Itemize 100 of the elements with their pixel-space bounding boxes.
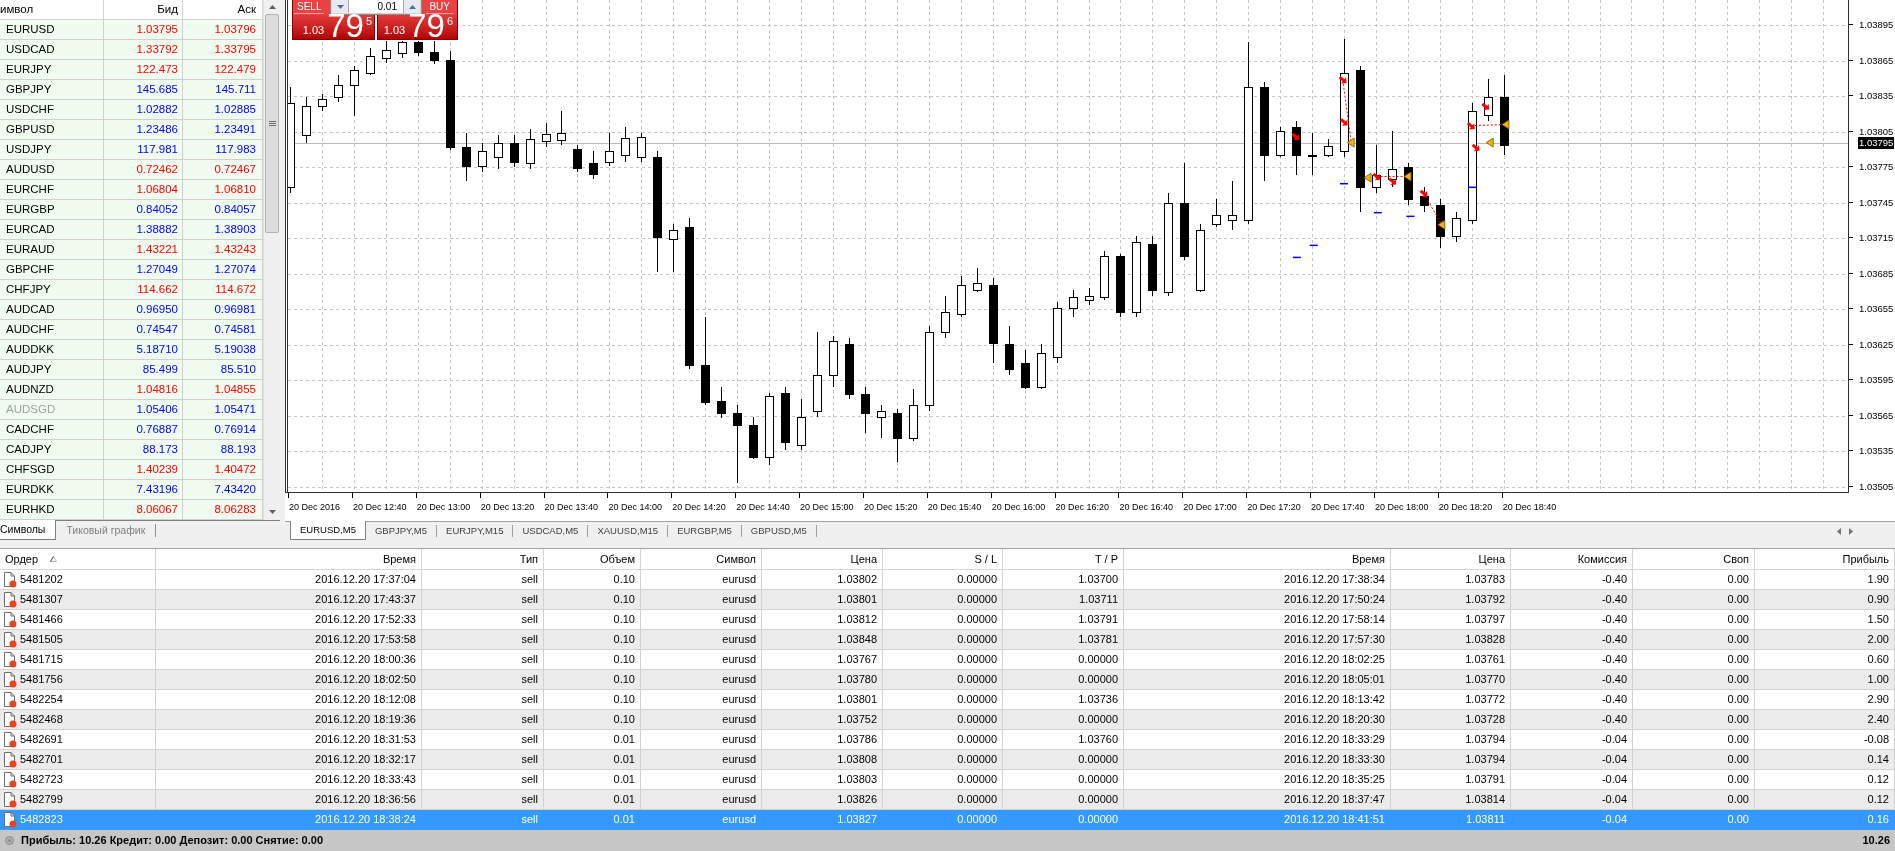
price-label: 1.03595 <box>1859 374 1894 386</box>
chart-tab[interactable]: EURGBP,M5 <box>668 525 742 537</box>
candle <box>941 295 950 339</box>
order-row[interactable]: 5482701 2016.12.20 18:32:17 sell 0.01 eurusd 1.03808 0.00000 0.00000 2016.12.20 18:33:30 1.03794 -0.04 0.00 0.14 <box>0 750 1895 770</box>
chart-tab[interactable]: EURUSD,M5 <box>290 521 366 540</box>
time-label: 20 Dec 16:20 <box>1055 502 1110 513</box>
time-label: 20 Dec 17:00 <box>1183 502 1237 513</box>
panel-tab[interactable]: Символы <box>0 520 57 540</box>
price-label: 1.03685 <box>1859 267 1894 279</box>
scrollbar[interactable] <box>263 0 280 520</box>
quote-row[interactable]: CADCHF 0.76887 0.76914 <box>0 420 263 440</box>
quote-row[interactable]: AUDJPY 85.499 85.510 <box>0 360 263 380</box>
quote-row[interactable]: AUDNZD 1.04816 1.04855 <box>0 380 263 400</box>
document-icon <box>3 631 17 648</box>
candle <box>366 47 375 76</box>
candle <box>861 386 870 434</box>
chart-tab[interactable]: GBPUSD,M5 <box>741 525 817 537</box>
chart-tab[interactable]: USDCAD,M5 <box>513 525 589 537</box>
candle <box>430 40 439 65</box>
candle <box>797 398 806 451</box>
candle <box>637 132 646 163</box>
quote-row[interactable]: CHFJPY 114.662 114.672 <box>0 280 263 300</box>
quote-row[interactable]: AUDUSD 0.72462 0.72467 <box>0 160 263 180</box>
grip-icon <box>268 120 276 127</box>
quote-row[interactable]: USDCAD 1.33792 1.33795 <box>0 40 263 60</box>
candle <box>1148 235 1157 297</box>
candle <box>1053 301 1062 364</box>
quote-row[interactable]: AUDCAD 0.96950 0.96981 <box>0 300 263 320</box>
order-row[interactable]: 5481505 2016.12.20 17:53:58 sell 0.10 eurusd 1.03848 0.00000 1.03781 2016.12.20 17:57:30 1.03828 -0.40 0.00 2.00 <box>0 630 1895 650</box>
order-row[interactable]: 5481307 2016.12.20 17:43:37 sell 0.10 eurusd 1.03801 0.00000 1.03711 2016.12.20 17:50:24 1.03792 -0.40 0.00 0.90 <box>0 590 1895 610</box>
quote-row[interactable]: AUDCHF 0.74547 0.74581 <box>0 320 263 340</box>
quote-row[interactable]: EURCAD 1.38882 1.38903 <box>0 220 263 240</box>
time-label: 20 Dec 15:20 <box>863 502 918 513</box>
volume-field[interactable]: 0.01 <box>349 0 403 13</box>
chart-tab[interactable]: EURJPY,M15 <box>437 525 514 537</box>
arrow-marker <box>1466 121 1475 130</box>
time-label: 20 Dec 16:40 <box>1119 502 1173 513</box>
price-big-digits: 79 <box>327 14 364 38</box>
dash-marker <box>1292 256 1302 259</box>
candle <box>957 275 966 318</box>
candle <box>829 335 838 388</box>
price-label: 1.03895 <box>1859 19 1894 31</box>
volume-spinner[interactable]: 0.01 <box>330 0 422 15</box>
order-row[interactable]: 5481756 2016.12.20 18:02:50 sell 0.10 eurusd 1.03780 0.00000 0.00000 2016.12.20 18:05:01 1.03770 -0.40 0.00 1.00 <box>0 670 1895 690</box>
candle <box>478 142 487 173</box>
time-label: 20 Dec 14:00 <box>608 502 662 513</box>
candle <box>350 65 359 117</box>
quote-row[interactable]: EURAUD 1.43221 1.43243 <box>0 240 263 260</box>
quote-row[interactable]: GBPJPY 145.685 145.711 <box>0 80 263 100</box>
price-label: 1.03655 <box>1859 303 1894 315</box>
quote-row[interactable]: EURUSD 1.03795 1.03796 <box>0 20 263 40</box>
caret-up-icon <box>408 4 416 9</box>
quote-row[interactable]: CHFSGD 1.40239 1.40472 <box>0 460 263 480</box>
dash-marker <box>1373 211 1383 214</box>
buy-button[interactable]: BUY <box>422 0 458 15</box>
candle <box>621 126 630 163</box>
order-number: 5481466 <box>20 612 63 628</box>
panel-tab[interactable]: Тиковый график <box>56 524 157 537</box>
quote-row[interactable]: CADJPY 88.173 88.193 <box>0 440 263 460</box>
decrease-button[interactable] <box>332 0 349 13</box>
quote-row[interactable]: AUDDKK 5.18710 5.19038 <box>0 340 263 360</box>
candle <box>1005 325 1014 376</box>
quote-row[interactable]: EURDKK 7.43196 7.43420 <box>0 480 263 500</box>
order-row[interactable]: 5482799 2016.12.20 18:36:56 sell 0.01 eurusd 1.03826 0.00000 0.00000 2016.12.20 18:37:47 1.03814 -0.04 0.00 0.12 <box>0 790 1895 810</box>
increase-button[interactable] <box>403 0 420 13</box>
candle <box>382 40 391 64</box>
document-icon <box>3 811 17 828</box>
candle <box>302 96 311 144</box>
candle <box>605 132 614 167</box>
quote-row[interactable]: EURJPY 122.473 122.479 <box>0 60 263 80</box>
order-number: 5482691 <box>20 732 63 748</box>
caret-left-icon <box>1837 527 1841 535</box>
status-total: 10.26 <box>1862 833 1890 849</box>
candle <box>1452 211 1461 243</box>
time-label: 20 Dec 16:00 <box>991 502 1046 513</box>
candle <box>1100 250 1109 301</box>
order-row[interactable]: 5482468 2016.12.20 18:19:36 sell 0.10 eurusd 1.03752 0.00000 0.00000 2016.12.20 18:20:30 1.03728 -0.40 0.00 2.40 <box>0 710 1895 730</box>
candle <box>717 386 726 419</box>
candle <box>749 416 758 460</box>
quote-row[interactable]: USDJPY 117.981 117.983 <box>0 140 263 160</box>
price-label: 1.03745 <box>1859 196 1894 208</box>
quote-row[interactable]: EURGBP 0.84052 0.84057 <box>0 200 263 220</box>
dash-marker <box>1467 186 1477 189</box>
scrollbar-thumb[interactable] <box>265 14 279 233</box>
arrow-marker <box>1481 102 1490 111</box>
quote-row[interactable]: EURCHF 1.06804 1.06810 <box>0 180 263 200</box>
order-number: 5482799 <box>20 792 63 808</box>
chart-tab[interactable]: GBPJPY,M5 <box>365 525 438 537</box>
document-icon <box>3 791 17 808</box>
order-number: 5482823 <box>20 812 63 828</box>
sell-button[interactable]: SELL <box>292 0 330 15</box>
time-label: 20 Dec 15:00 <box>800 502 854 513</box>
quote-row[interactable]: GBPCHF 1.27049 1.27074 <box>0 260 263 280</box>
quote-row[interactable]: GBPUSD 1.23486 1.23491 <box>0 120 263 140</box>
quote-row[interactable]: USDCHF 1.02882 1.02885 <box>0 100 263 120</box>
quote-row[interactable]: EURHKD 8.06067 8.06283 <box>0 500 263 520</box>
time-label: 20 Dec 17:20 <box>1247 502 1301 513</box>
document-icon <box>3 591 17 608</box>
chart-tab[interactable]: XAUUSD,M15 <box>588 525 669 537</box>
candle <box>1021 349 1030 390</box>
